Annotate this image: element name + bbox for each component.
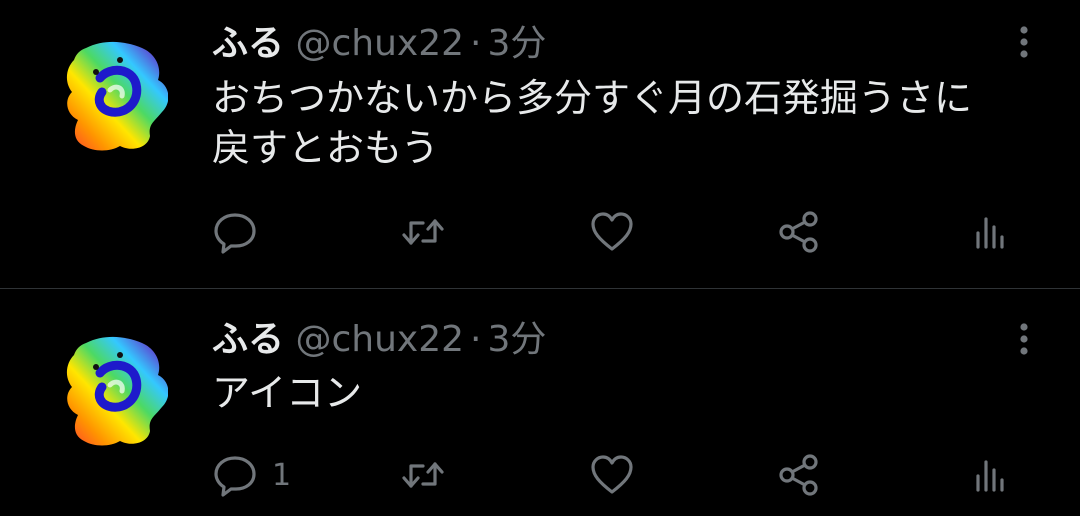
reply-icon (214, 213, 256, 254)
author-name[interactable]: ふる (212, 23, 284, 64)
like-icon (591, 455, 633, 494)
tweet-header: ふる @chux22 · 3分 (212, 318, 546, 362)
tweet-text-line: アイコン (212, 371, 363, 415)
views-button[interactable] (966, 208, 1012, 256)
like-button[interactable] (589, 208, 635, 256)
retweet-button[interactable] (400, 451, 446, 499)
avatar[interactable] (58, 38, 169, 154)
retweet-icon (402, 462, 444, 488)
separator-dot: · (470, 23, 482, 64)
more-icon[interactable] (1004, 22, 1044, 62)
tweet-header: ふる @chux22 · 3分 (212, 22, 546, 66)
avatar[interactable] (58, 333, 169, 449)
views-button[interactable] (966, 451, 1012, 499)
tweet[interactable]: ふる @chux22 · 3分 アイコン 1 (0, 289, 1080, 516)
tweet-text: アイコン (212, 368, 1052, 418)
tweet-text-line: 戻すとおもう (212, 126, 439, 170)
views-icon (976, 460, 1004, 492)
tweet-text: おちつかないから多分すぐ月の石発掘うさに 戻すとおもう (212, 73, 1052, 173)
separator-dot: · (470, 319, 482, 360)
reply-button[interactable]: 1 (212, 451, 291, 499)
more-icon[interactable] (1004, 319, 1044, 359)
avatar-image (66, 41, 169, 151)
author-handle[interactable]: @chux22 (295, 319, 464, 360)
action-bar (0, 208, 1080, 256)
share-icon (779, 454, 818, 496)
retweet-icon (402, 219, 444, 245)
retweet-button[interactable] (400, 208, 446, 256)
reply-icon (214, 456, 256, 497)
reply-button[interactable] (212, 208, 272, 256)
reply-count: 1 (272, 457, 292, 493)
tweet-text-line: おちつかないから多分すぐ月の石発掘うさに (212, 76, 973, 120)
share-button[interactable] (777, 451, 823, 499)
tweet[interactable]: ふる @chux22 · 3分 おちつかないから多分すぐ月の石発掘うさに 戻すとおも… (0, 0, 1080, 288)
like-button[interactable] (589, 451, 635, 499)
action-bar: 1 (0, 451, 1080, 499)
tweet-feed: ふる @chux22 · 3分 おちつかないから多分すぐ月の石発掘うさに 戻すとおも… (0, 0, 1080, 516)
like-icon (591, 212, 633, 251)
timestamp[interactable]: 3分 (487, 23, 546, 64)
share-button[interactable] (777, 208, 823, 256)
author-name[interactable]: ふる (212, 319, 284, 360)
views-icon (976, 217, 1004, 249)
avatar-image (66, 336, 169, 446)
timestamp[interactable]: 3分 (487, 319, 546, 360)
share-icon (779, 211, 818, 253)
author-handle[interactable]: @chux22 (295, 23, 464, 64)
